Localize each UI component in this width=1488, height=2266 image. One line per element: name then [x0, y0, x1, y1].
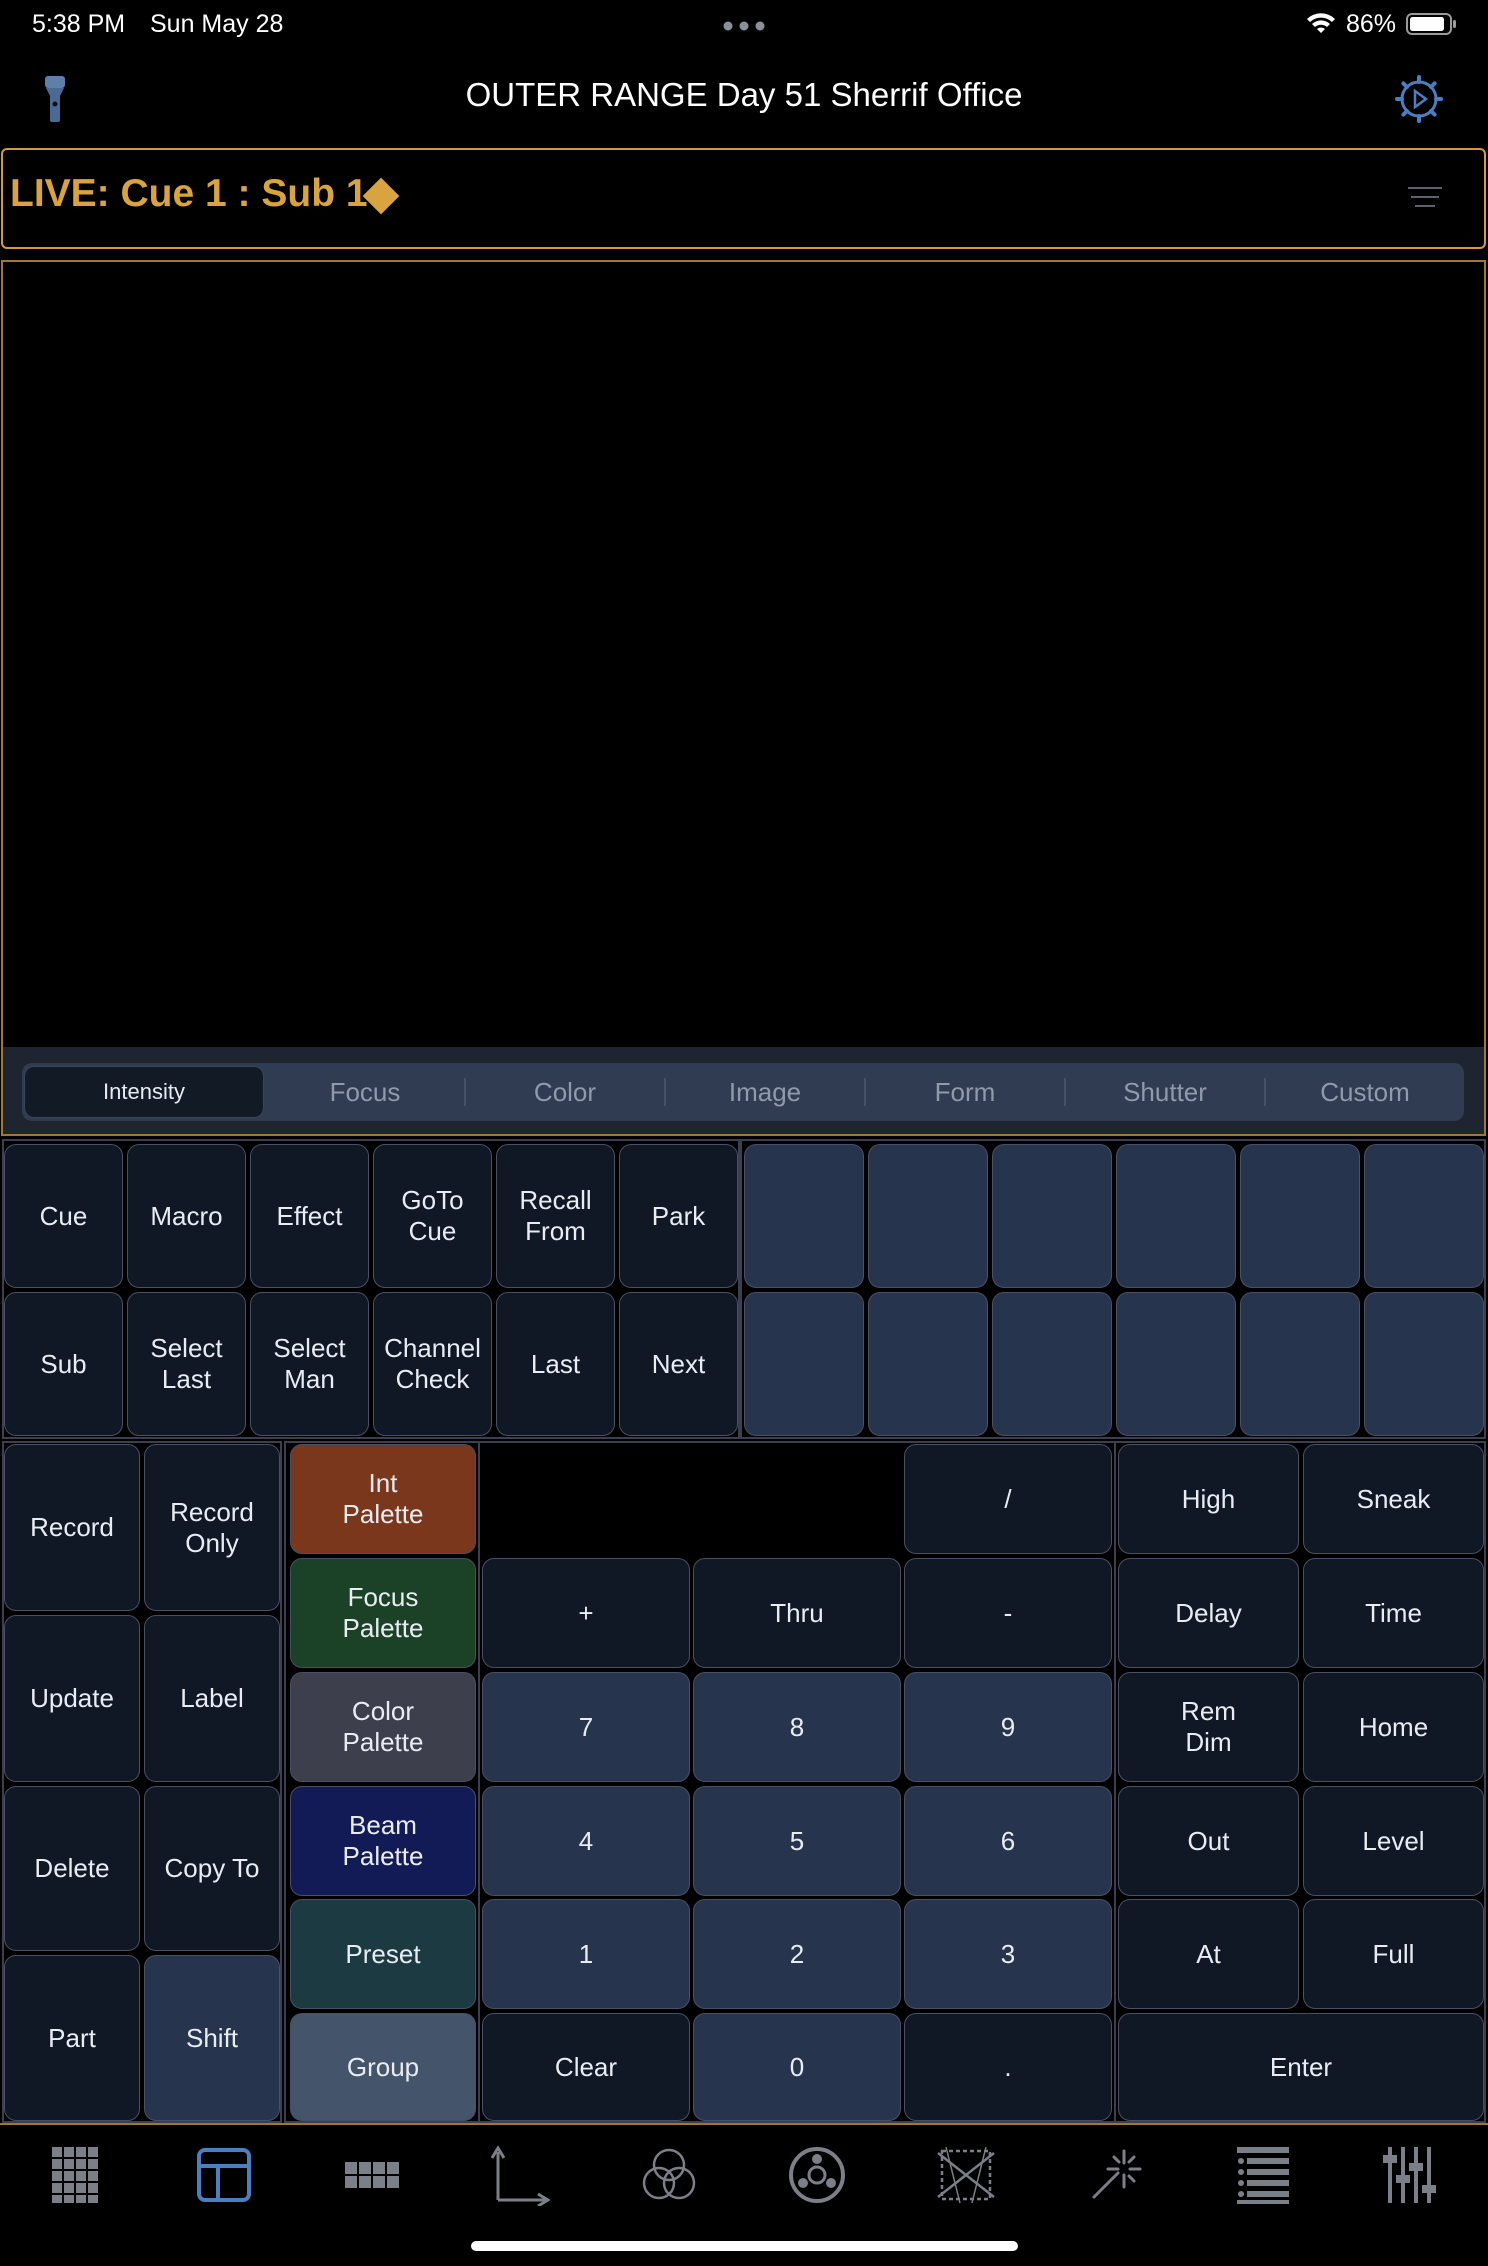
shift-button[interactable]: Shift: [144, 1955, 280, 2121]
thru-key[interactable]: Thru: [693, 1558, 901, 1668]
tab-image[interactable]: Image: [666, 1063, 864, 1121]
rem-dim-button[interactable]: Rem Dim: [1118, 1672, 1299, 1782]
int-palette-button[interactable]: Int Palette: [290, 1444, 476, 1554]
minus-key[interactable]: -: [904, 1558, 1112, 1668]
goto-cue-button[interactable]: GoTo Cue: [373, 1144, 492, 1288]
softkey[interactable]: [1240, 1144, 1360, 1288]
digit-7-key[interactable]: 7: [482, 1672, 690, 1782]
status-time: 5:38 PM: [32, 10, 126, 38]
group-button[interactable]: Group: [290, 2013, 476, 2121]
layout-icon[interactable]: [189, 2142, 259, 2208]
home-indicator[interactable]: [471, 2241, 1018, 2251]
digit-2-key[interactable]: 2: [693, 1899, 901, 2009]
digit-3-key[interactable]: 3: [904, 1899, 1112, 2009]
label-button[interactable]: Label: [144, 1615, 280, 1782]
high-button[interactable]: High: [1118, 1444, 1299, 1554]
softkey[interactable]: [744, 1292, 864, 1436]
softkey[interactable]: [1364, 1144, 1484, 1288]
effect-button[interactable]: Effect: [250, 1144, 369, 1288]
wifi-icon: [1306, 12, 1336, 36]
park-button[interactable]: Park: [619, 1144, 738, 1288]
show-title: OUTER RANGE Day 51 Sherrif Office: [465, 76, 1023, 113]
preset-button[interactable]: Preset: [290, 1899, 476, 2009]
digit-5-key[interactable]: 5: [693, 1786, 901, 1896]
gobo-wheel-icon[interactable]: [782, 2142, 852, 2208]
enter-button[interactable]: Enter: [1118, 2013, 1484, 2121]
tab-focus[interactable]: Focus: [266, 1063, 464, 1121]
softkey[interactable]: [1116, 1144, 1236, 1288]
softkey[interactable]: [744, 1144, 864, 1288]
cue-button[interactable]: Cue: [4, 1144, 123, 1288]
decimal-key[interactable]: .: [904, 2013, 1112, 2121]
channel-grid-icon[interactable]: [40, 2142, 110, 2208]
axis-focus-icon[interactable]: [485, 2142, 555, 2208]
softkey[interactable]: [868, 1292, 988, 1436]
digit-4-key[interactable]: 4: [482, 1786, 690, 1896]
effects-sparkle-icon[interactable]: [1079, 2142, 1149, 2208]
beam-palette-button[interactable]: Beam Palette: [290, 1786, 476, 1896]
parameter-tabs: Intensity Focus Color Image Form Shutter…: [22, 1063, 1464, 1121]
softkey[interactable]: [992, 1144, 1112, 1288]
shutter-icon[interactable]: [931, 2142, 1001, 2208]
delay-button[interactable]: Delay: [1118, 1558, 1299, 1668]
tab-color[interactable]: Color: [466, 1063, 664, 1121]
softkey[interactable]: [1240, 1292, 1360, 1436]
time-button[interactable]: Time: [1303, 1558, 1484, 1668]
softkey[interactable]: [1364, 1292, 1484, 1436]
digit-8-key[interactable]: 8: [693, 1672, 901, 1782]
filter-menu-icon[interactable]: [1408, 187, 1442, 211]
slash-key[interactable]: /: [904, 1444, 1112, 1554]
delete-button[interactable]: Delete: [4, 1786, 140, 1951]
digit-1-key[interactable]: 1: [482, 1899, 690, 2009]
softkey[interactable]: [992, 1292, 1112, 1436]
softkey[interactable]: [1116, 1292, 1236, 1436]
part-button[interactable]: Part: [4, 1955, 140, 2121]
out-button[interactable]: Out: [1118, 1786, 1299, 1896]
copy-to-button[interactable]: Copy To: [144, 1786, 280, 1951]
tab-form[interactable]: Form: [866, 1063, 1064, 1121]
last-button[interactable]: Last: [496, 1292, 615, 1436]
channel-check-button[interactable]: Channel Check: [373, 1292, 492, 1436]
tab-intensity[interactable]: Intensity: [25, 1067, 263, 1117]
focus-palette-button[interactable]: Focus Palette: [290, 1558, 476, 1668]
faders-mixer-icon[interactable]: [1377, 2142, 1447, 2208]
color-mixing-icon[interactable]: [634, 2142, 704, 2208]
update-button[interactable]: Update: [4, 1615, 140, 1782]
color-palette-button[interactable]: Color Palette: [290, 1672, 476, 1782]
home-button[interactable]: Home: [1303, 1672, 1484, 1782]
nav-divider: [0, 2123, 1488, 2125]
status-date: Sun May 28: [150, 10, 284, 38]
recall-from-button[interactable]: Recall From: [496, 1144, 615, 1288]
select-last-button[interactable]: Select Last: [127, 1292, 246, 1436]
record-button[interactable]: Record: [4, 1444, 140, 1611]
sub-button[interactable]: Sub: [4, 1292, 123, 1436]
select-man-button[interactable]: Select Man: [250, 1292, 369, 1436]
record-only-button[interactable]: Record Only: [144, 1444, 280, 1611]
battery-percent: 86%: [1346, 10, 1397, 38]
fader-bank-icon[interactable]: [337, 2142, 407, 2208]
live-cue-label: LIVE: Cue 1 : Sub 1: [10, 172, 368, 215]
macro-button[interactable]: Macro: [127, 1144, 246, 1288]
tab-custom[interactable]: Custom: [1266, 1063, 1464, 1121]
sneak-button[interactable]: Sneak: [1303, 1444, 1484, 1554]
full-button[interactable]: Full: [1303, 1899, 1484, 2009]
level-button[interactable]: Level: [1303, 1786, 1484, 1896]
digit-9-key[interactable]: 9: [904, 1672, 1112, 1782]
battery-icon: [1406, 12, 1458, 36]
cue-list-icon[interactable]: [1228, 2142, 1298, 2208]
settings-gear-icon[interactable]: [1394, 74, 1444, 124]
digit-6-key[interactable]: 6: [904, 1786, 1112, 1896]
softkey[interactable]: [868, 1144, 988, 1288]
next-button[interactable]: Next: [619, 1292, 738, 1436]
plus-key[interactable]: +: [482, 1558, 690, 1668]
clear-key[interactable]: Clear: [482, 2013, 690, 2121]
channel-display-area[interactable]: [1, 260, 1486, 1136]
tab-shutter[interactable]: Shutter: [1066, 1063, 1264, 1121]
digit-0-key[interactable]: 0: [693, 2013, 901, 2121]
multitask-dots-icon[interactable]: [722, 18, 766, 31]
at-button[interactable]: At: [1118, 1899, 1299, 2009]
